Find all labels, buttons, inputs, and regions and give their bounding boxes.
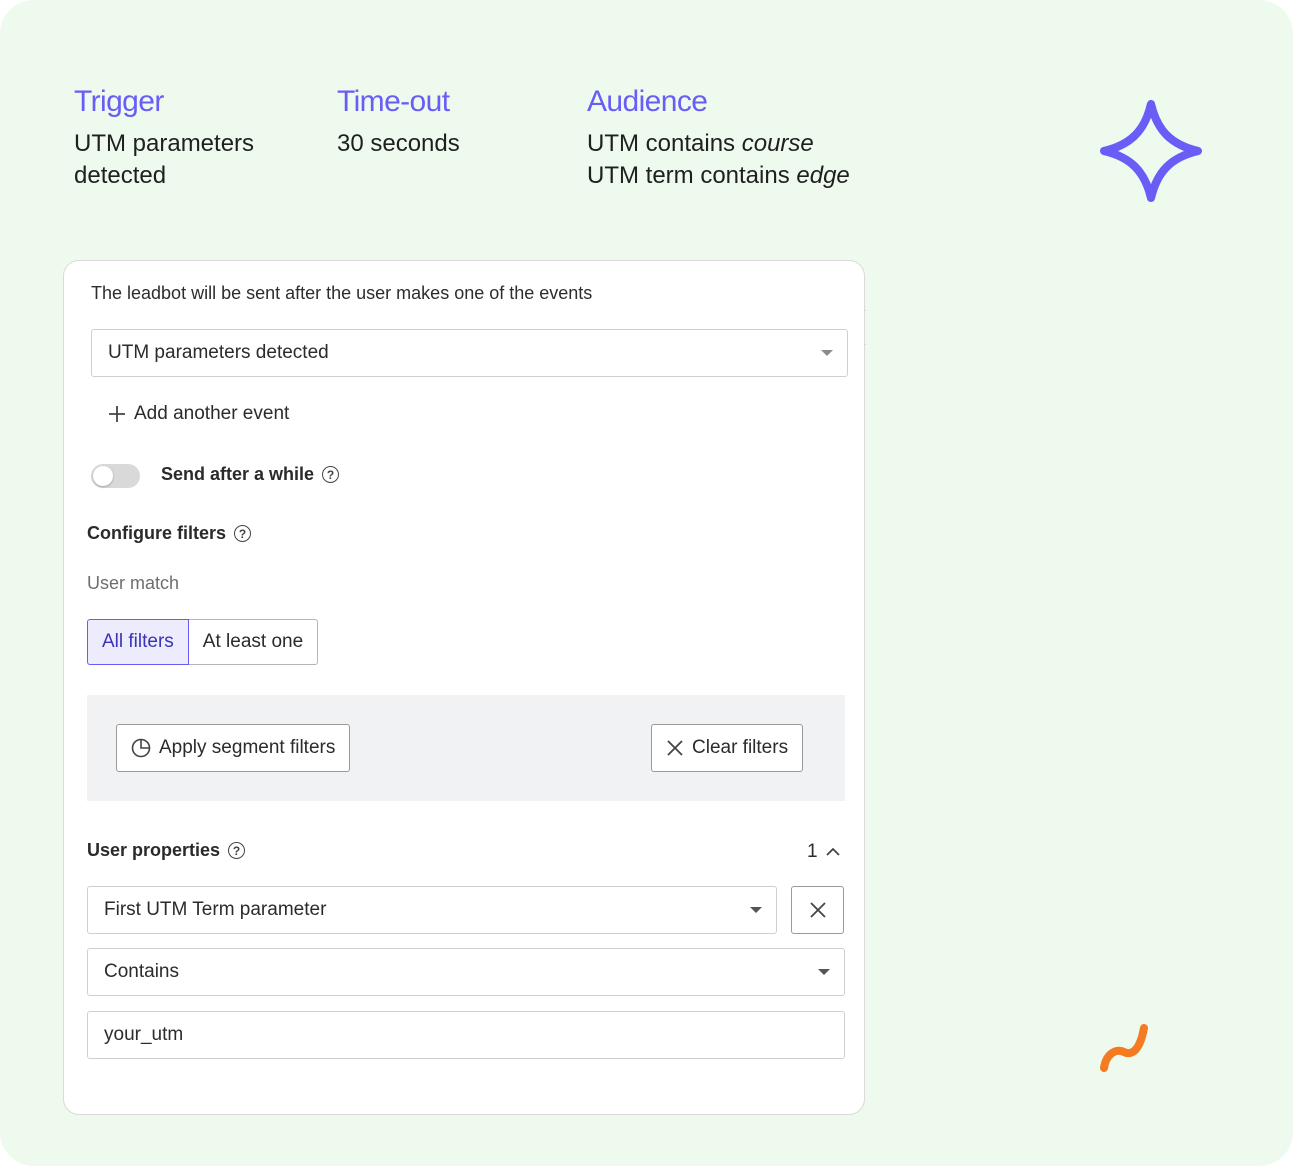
event-select-value: UTM parameters detected (108, 342, 329, 363)
close-icon (809, 902, 826, 918)
leadbot-settings-panel: The leadbot will be sent after the user … (63, 260, 865, 1115)
apply-segment-filters-button[interactable]: Apply segment filters (116, 724, 351, 772)
property-select[interactable]: First UTM Term parameter (87, 886, 777, 934)
panel-intro-text: The leadbot will be sent after the user … (91, 283, 593, 303)
user-match-label: User match (87, 573, 180, 593)
event-select[interactable]: UTM parameters detected (91, 329, 848, 377)
match-all-filters-button[interactable]: All filters (87, 619, 189, 665)
operator-select[interactable]: Contains (87, 948, 845, 996)
trigger-text: UTM parameters detected (74, 128, 254, 192)
toggle-knob (93, 466, 113, 486)
audience-info: Audience UTM contains course UTM term co… (587, 84, 850, 192)
add-another-event-button[interactable]: Add another event (108, 403, 289, 425)
user-properties-label: User properties (87, 840, 221, 860)
value-input-text: your_utm (104, 1024, 184, 1045)
trigger-title: Trigger (74, 85, 164, 118)
match-at-least-one-button[interactable]: At least one (188, 619, 319, 665)
caret-down-icon (818, 969, 830, 975)
apply-segment-filters-label: Apply segment filters (159, 737, 336, 758)
timeout-text: 30 seconds (337, 130, 460, 157)
squiggle-icon (1100, 1024, 1148, 1072)
help-icon[interactable]: ? (228, 842, 246, 859)
clear-filters-label: Clear filters (692, 737, 789, 758)
star-icon (1100, 100, 1202, 202)
remove-property-button[interactable] (791, 886, 844, 934)
timeout-title: Time-out (337, 85, 450, 118)
audience-line-1-value: course (741, 130, 814, 157)
timeout-info: Time-out 30 seconds (337, 84, 460, 160)
chevron-up-icon (825, 847, 840, 856)
value-input[interactable]: your_utm (87, 1011, 845, 1059)
property-select-value: First UTM Term parameter (104, 899, 327, 920)
filter-actions-box: Apply segment filters Clear filters (87, 695, 845, 801)
canvas: Trigger UTM parameters detected Time-out… (0, 0, 1293, 1166)
clear-filters-button[interactable]: Clear filters (651, 724, 804, 772)
configure-filters-label: Configure filters (87, 523, 227, 543)
pie-chart-icon (131, 738, 151, 758)
audience-text: UTM contains course UTM term contains ed… (587, 128, 850, 192)
audience-line-2-prefix: UTM term contains (587, 162, 797, 189)
send-after-toggle[interactable] (91, 464, 140, 488)
audience-line-1-prefix: UTM contains (587, 130, 742, 157)
trigger-text-line-1: UTM parameters (74, 130, 255, 157)
trigger-text-line-2: detected (74, 162, 167, 189)
configure-filters-row: Configure filters ? (87, 523, 252, 544)
audience-line-2-value: edge (796, 162, 850, 189)
send-after-label-row: Send after a while ? (161, 464, 340, 485)
user-match-segmented-control: All filters At least one (87, 619, 319, 665)
close-icon (667, 740, 683, 756)
trigger-info: Trigger UTM parameters detected (74, 84, 254, 192)
audience-line-2: UTM term contains edge (587, 160, 850, 192)
audience-title: Audience (587, 85, 708, 118)
send-after-label: Send after a while (161, 464, 315, 484)
plus-icon (109, 406, 125, 422)
operator-select-value: Contains (104, 961, 179, 982)
user-properties-count: 1 (807, 841, 818, 862)
caret-down-icon (821, 350, 833, 356)
help-icon[interactable]: ? (234, 525, 252, 542)
help-icon[interactable]: ? (322, 466, 340, 483)
caret-down-icon (750, 907, 762, 913)
add-another-event-label: Add another event (134, 403, 290, 424)
user-properties-collapse[interactable]: 1 (807, 841, 840, 863)
audience-line-1: UTM contains course (587, 128, 850, 160)
user-properties-row: User properties ? (87, 840, 246, 861)
